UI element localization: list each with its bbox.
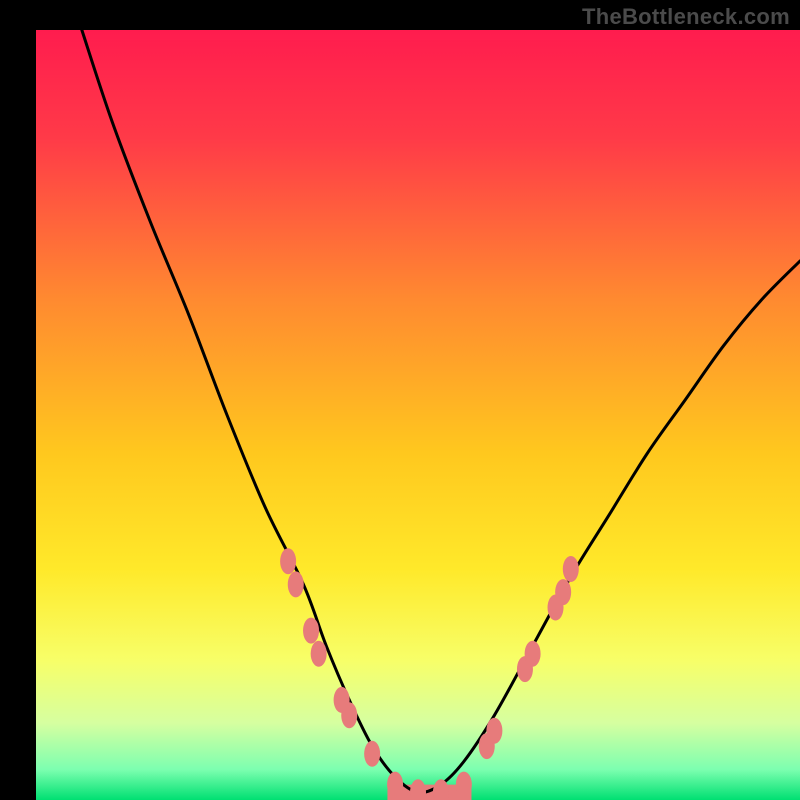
highlight-point	[364, 741, 380, 767]
highlight-point	[288, 571, 304, 597]
highlight-point	[341, 702, 357, 728]
highlight-point	[563, 556, 579, 582]
highlight-point	[525, 641, 541, 667]
chart-frame: TheBottleneck.com	[0, 0, 800, 800]
highlight-point	[311, 641, 327, 667]
highlight-point	[486, 718, 502, 744]
plot-background	[36, 30, 800, 800]
highlight-point	[555, 579, 571, 605]
bottleneck-chart	[0, 0, 800, 800]
highlight-point	[303, 618, 319, 644]
highlight-point	[387, 772, 403, 798]
highlight-point	[456, 772, 472, 798]
highlight-point	[280, 548, 296, 574]
